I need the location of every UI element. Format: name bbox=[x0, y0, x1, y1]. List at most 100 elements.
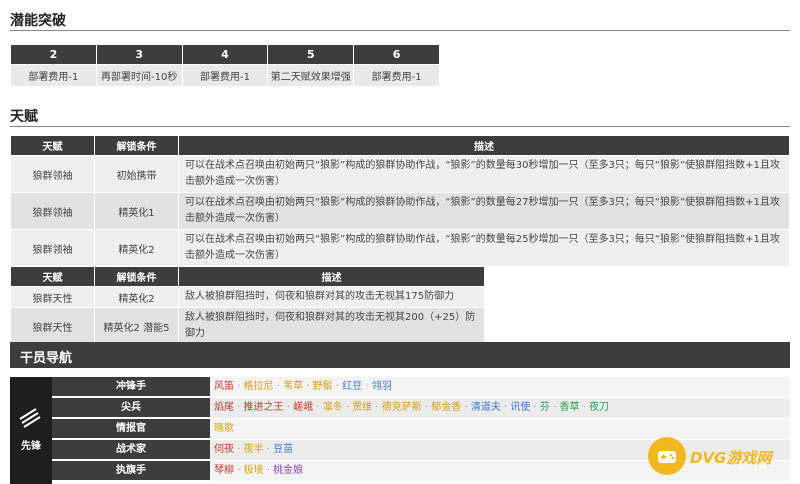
operator-link[interactable]: 芬 bbox=[540, 402, 550, 413]
operator-link[interactable]: 嵯峨 bbox=[293, 402, 313, 413]
separator: · bbox=[332, 381, 343, 392]
potential-value: 部署费用-1 bbox=[181, 64, 269, 87]
talent-condition: 精英化2 潜能5 bbox=[94, 307, 179, 345]
potential-header: 5 bbox=[267, 44, 355, 65]
separator: · bbox=[530, 402, 540, 413]
talent-condition: 精英化2 bbox=[94, 286, 179, 308]
nav-category[interactable]: 冲锋手 bbox=[52, 377, 210, 397]
separator: · bbox=[234, 381, 244, 392]
nav-row: 情报官 晓歌 bbox=[52, 419, 790, 439]
separator: · bbox=[303, 381, 313, 392]
talent-condition: 精英化1 bbox=[94, 192, 179, 230]
talent-header-name: 天赋 bbox=[10, 266, 95, 287]
operator-link[interactable]: 豆苗 bbox=[273, 444, 293, 455]
table-row: 狼群天性 精英化2 敌人被狼群阻挡时，伺夜和狼群对其的攻击无视其175防御力 bbox=[10, 286, 485, 308]
talent-header-desc: 描述 bbox=[178, 266, 485, 287]
operator-link[interactable]: 晓歌 bbox=[214, 423, 234, 434]
operator-link[interactable]: 焰尾 bbox=[214, 402, 234, 413]
operator-link[interactable]: 香草 bbox=[559, 402, 579, 413]
potential-value: 第二天赋效果增强 bbox=[267, 64, 355, 87]
talent-name: 狼群领袖 bbox=[10, 155, 95, 193]
separator: · bbox=[234, 444, 244, 455]
operator-link[interactable]: 桃金娘 bbox=[273, 465, 303, 476]
talent-name: 狼群天性 bbox=[10, 286, 95, 308]
talent-table-2: 天赋 解锁条件 描述 狼群天性 精英化2 敌人被狼群阻挡时，伺夜和狼群对其的攻击… bbox=[10, 266, 485, 345]
operator-link[interactable]: 琴柳 bbox=[214, 465, 234, 476]
separator: · bbox=[313, 402, 323, 413]
nav-row: 尖兵 焰尾 · 推进之王 · 嵯峨 · 凛冬 · 贾维 · 德克萨斯 · 郁金香… bbox=[52, 398, 790, 418]
watermark-text: DVG游戏网 bbox=[690, 449, 772, 467]
talent-name: 狼群领袖 bbox=[10, 229, 95, 267]
operator-link[interactable]: 风笛 bbox=[214, 381, 234, 392]
talent-header-desc: 描述 bbox=[178, 135, 790, 156]
potential-header: 4 bbox=[181, 44, 269, 65]
nav-category[interactable]: 战术家 bbox=[52, 440, 210, 460]
potential-value: 再部署时间-10秒 bbox=[95, 64, 183, 87]
talent-description: 可以在战术点召唤由初始两只“狼影”构成的狼群协助作战，“狼影”的数量每27秒增加… bbox=[178, 192, 790, 230]
operator-link[interactable]: 贾维 bbox=[352, 402, 372, 413]
operator-link[interactable]: 红豆 bbox=[342, 381, 362, 392]
separator: · bbox=[273, 381, 284, 392]
vanguard-class-icon bbox=[19, 408, 41, 428]
separator: · bbox=[579, 402, 590, 413]
separator: · bbox=[362, 381, 372, 392]
table-row: 狼群领袖 精英化2 可以在战术点召唤由初始两只“狼影”构成的狼群协助作战，“狼影… bbox=[10, 229, 790, 267]
nav-row: 冲锋手 风笛 · 格拉尼 · 苇草 · 野鬃 · 红豆 · 翎羽 bbox=[52, 377, 790, 397]
talent-description: 可以在战术点召唤由初始两只“狼影”构成的狼群协助作战，“狼影”的数量每25秒增加… bbox=[178, 229, 790, 267]
table-row: 狼群领袖 精英化1 可以在战术点召唤由初始两只“狼影”构成的狼群协助作战，“狼影… bbox=[10, 192, 790, 230]
talent-name: 狼群天性 bbox=[10, 307, 95, 345]
operator-link[interactable]: 夜刀 bbox=[589, 402, 609, 413]
talent-name: 狼群领袖 bbox=[10, 192, 95, 230]
nav-category[interactable]: 情报官 bbox=[52, 419, 210, 439]
potential-header: 2 bbox=[10, 44, 97, 65]
class-label: 先锋 bbox=[21, 441, 41, 452]
table-row: 狼群领袖 初始携带 可以在战术点召唤由初始两只“狼影”构成的狼群协助作战，“狼影… bbox=[10, 155, 790, 193]
separator: · bbox=[263, 465, 274, 476]
gamepad-logo-icon bbox=[648, 437, 686, 475]
talent-header-name: 天赋 bbox=[10, 135, 95, 156]
operator-list: 晓歌 bbox=[210, 419, 790, 439]
operator-link[interactable]: 凛冬 bbox=[323, 402, 343, 413]
section-divider bbox=[10, 126, 790, 127]
separator: · bbox=[372, 402, 382, 413]
operator-nav-title: 干员导航 bbox=[20, 351, 73, 366]
separator: · bbox=[500, 402, 511, 413]
nav-category[interactable]: 执旗手 bbox=[52, 461, 210, 481]
site-watermark: DVG游戏网 bbox=[648, 437, 800, 477]
operator-link[interactable]: 夜半 bbox=[244, 444, 264, 455]
operator-link[interactable]: 郁金香 bbox=[431, 402, 461, 413]
talent-description: 敌人被狼群阻挡时，伺夜和狼群对其的攻击无视其200（+25）防御力 bbox=[178, 307, 485, 345]
potential-header: 3 bbox=[95, 44, 183, 65]
separator: · bbox=[234, 465, 244, 476]
potential-value: 部署费用-1 bbox=[10, 64, 97, 87]
separator: · bbox=[234, 402, 244, 413]
class-side-panel: 先锋 bbox=[10, 377, 52, 484]
potential-section-title: 潜能突破 bbox=[10, 13, 66, 29]
separator: · bbox=[283, 402, 294, 413]
potential-header: 6 bbox=[353, 44, 440, 65]
separator: · bbox=[461, 402, 471, 413]
nav-category[interactable]: 尖兵 bbox=[52, 398, 210, 418]
operator-link[interactable]: 清道夫 bbox=[471, 402, 501, 413]
operator-link[interactable]: 野鬃 bbox=[313, 381, 333, 392]
operator-list: 焰尾 · 推进之王 · 嵯峨 · 凛冬 · 贾维 · 德克萨斯 · 郁金香 · … bbox=[210, 398, 790, 418]
operator-link[interactable]: 伺夜 bbox=[214, 444, 234, 455]
table-row: 狼群天性 精英化2 潜能5 敌人被狼群阻挡时，伺夜和狼群对其的攻击无视其200（… bbox=[10, 307, 485, 345]
operator-link[interactable]: 格拉尼 bbox=[244, 381, 274, 392]
operator-link[interactable]: 德克萨斯 bbox=[382, 402, 422, 413]
talent-description: 敌人被狼群阻挡时，伺夜和狼群对其的攻击无视其175防御力 bbox=[178, 286, 485, 308]
section-divider bbox=[10, 30, 790, 31]
operator-nav-header: 干员导航 bbox=[10, 342, 790, 368]
talent-condition: 初始携带 bbox=[94, 155, 179, 193]
operator-link[interactable]: 讯使 bbox=[510, 402, 530, 413]
operator-link[interactable]: 翎羽 bbox=[372, 381, 392, 392]
talent-section-title: 天赋 bbox=[10, 109, 38, 125]
separator: · bbox=[263, 444, 274, 455]
separator: · bbox=[342, 402, 353, 413]
talent-table-1: 天赋 解锁条件 描述 狼群领袖 初始携带 可以在战术点召唤由初始两只“狼影”构成… bbox=[10, 135, 790, 267]
talent-header-cond: 解锁条件 bbox=[94, 135, 179, 156]
operator-link[interactable]: 极境 bbox=[244, 465, 264, 476]
talent-description: 可以在战术点召唤由初始两只“狼影”构成的狼群协助作战，“狼影”的数量每30秒增加… bbox=[178, 155, 790, 193]
operator-link[interactable]: 苇草 bbox=[283, 381, 303, 392]
operator-link[interactable]: 推进之王 bbox=[244, 402, 284, 413]
